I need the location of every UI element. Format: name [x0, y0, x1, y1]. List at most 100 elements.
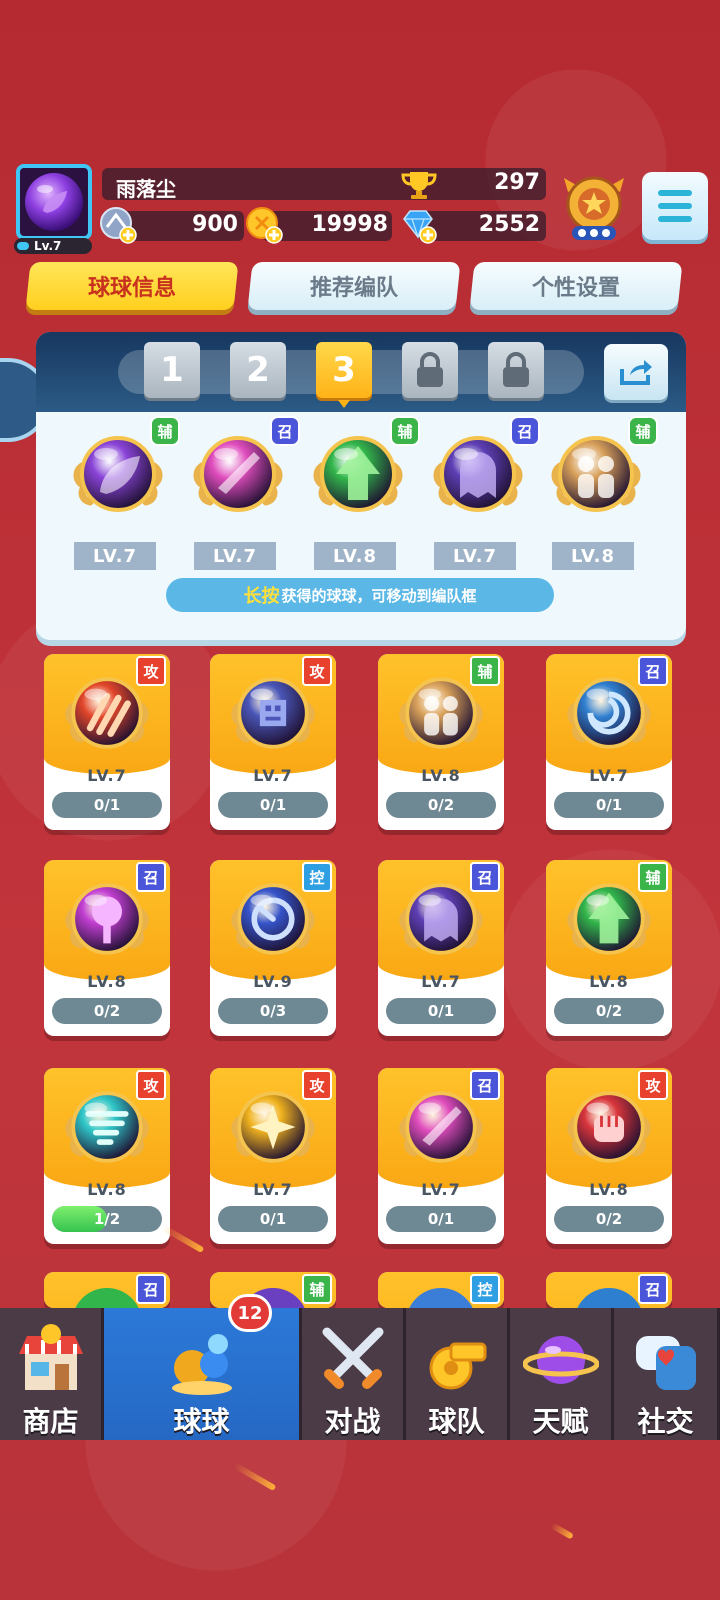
- lineup-member[interactable]: 辅 LV.8: [306, 416, 420, 570]
- hint-text: 获得的球球，可移动到编队框: [281, 586, 477, 605]
- ball-level: LV.7: [253, 766, 293, 785]
- ball-progress-text: 0/1: [427, 1210, 455, 1228]
- ball-level: LV.8: [589, 1180, 629, 1199]
- lock-icon: [503, 352, 529, 387]
- role-badge: 攻: [136, 656, 166, 686]
- lineup-member[interactable]: 召 LV.7: [186, 416, 300, 570]
- ball-card[interactable]: 召: [546, 1272, 672, 1308]
- ball-level: LV.8: [589, 972, 629, 991]
- ball-card[interactable]: 攻 LV.7 0/1: [44, 654, 170, 830]
- ball-progress-text: 0/1: [93, 796, 121, 814]
- ball-card[interactable]: 辅: [210, 1272, 336, 1308]
- lineup-slot-3[interactable]: 3: [316, 342, 372, 408]
- share-button[interactable]: [604, 344, 668, 400]
- tab-ball-info[interactable]: 球球信息: [25, 262, 239, 310]
- lineup-slot-1[interactable]: 1: [144, 342, 200, 398]
- ball-card[interactable]: 辅 LV.8 0/2: [546, 860, 672, 1036]
- trophy-icon: [401, 172, 437, 199]
- nav-label: 社交: [637, 1405, 694, 1438]
- gold-add-icon[interactable]: [244, 205, 284, 245]
- player-avatar[interactable]: [16, 164, 92, 240]
- ball-level: LV.8: [87, 1180, 127, 1199]
- lineup-member[interactable]: 辅 LV.8: [544, 416, 658, 570]
- ball-progress-bar: 0/1: [52, 792, 162, 818]
- ball-card[interactable]: 辅 LV.8 0/2: [378, 654, 504, 830]
- lineup-slot-locked[interactable]: [402, 342, 458, 398]
- ball-progress-bar: 0/1: [218, 1206, 328, 1232]
- role-badge: 辅: [628, 416, 658, 446]
- ball-progress-bar: 0/1: [386, 1206, 496, 1232]
- ball-card[interactable]: 召: [44, 1272, 170, 1308]
- rank-badge-icon[interactable]: [562, 172, 626, 244]
- lineup-slot-locked[interactable]: [488, 342, 544, 398]
- ball-level: LV.7: [589, 766, 629, 785]
- player-name: 雨落尘: [116, 177, 176, 201]
- lineup-panel: 1 2 3 辅 LV.7 召 LV.7 辅 LV.8 召 LV.7 辅 LV.8…: [36, 332, 686, 640]
- ball-level: LV.7: [253, 1180, 293, 1199]
- nav-item-balls[interactable]: 球球: [104, 1308, 302, 1440]
- tab-personal-settings[interactable]: 个性设置: [469, 262, 683, 310]
- menu-icon: [658, 190, 692, 196]
- shop-icon: [18, 1324, 83, 1390]
- ball-progress-text: 0/2: [93, 1002, 121, 1020]
- nav-label: 球球: [173, 1405, 230, 1438]
- nav-label: 天赋: [532, 1405, 589, 1438]
- ball-progress-bar: 0/2: [554, 998, 664, 1024]
- role-badge: 攻: [638, 1070, 668, 1100]
- member-level: LV.7: [434, 542, 516, 570]
- ball-level: LV.7: [421, 1180, 461, 1199]
- ball-card[interactable]: 召 LV.7 0/1: [378, 1068, 504, 1244]
- role-badge: 控: [470, 1274, 500, 1304]
- lineup-slot-2[interactable]: 2: [230, 342, 286, 398]
- ball-progress-bar: 0/1: [218, 792, 328, 818]
- ball-progress-text: 0/1: [427, 1002, 455, 1020]
- role-badge: 攻: [136, 1070, 166, 1100]
- ball-progress-text: 0/1: [595, 796, 623, 814]
- whistle-icon: [429, 1342, 486, 1390]
- ball-level: LV.8: [421, 766, 461, 785]
- ball-level: LV.9: [253, 972, 293, 991]
- ball-card[interactable]: 召 LV.7 0/1: [378, 860, 504, 1036]
- balls-icon: [171, 1334, 232, 1395]
- nav-label: 对战: [324, 1405, 381, 1438]
- role-badge: 召: [638, 656, 668, 686]
- player-level: Lv.7: [14, 238, 92, 254]
- nav-item-chat-heart[interactable]: 社交: [614, 1308, 720, 1440]
- nav-item-planet[interactable]: 天赋: [510, 1308, 614, 1440]
- ball-progress-bar: 0/2: [554, 1206, 664, 1232]
- share-icon: [620, 360, 652, 385]
- ball-progress-bar: 0/1: [386, 998, 496, 1024]
- ball-card[interactable]: 攻 LV.7 0/1: [210, 654, 336, 830]
- crossed-swords-icon: [322, 1327, 383, 1389]
- trophy-count: 297: [494, 170, 540, 195]
- ball-card[interactable]: 召 LV.7 0/1: [546, 654, 672, 830]
- menu-button[interactable]: [642, 172, 708, 240]
- ball-card[interactable]: 攻 LV.8 0/2: [546, 1068, 672, 1244]
- ball-level: LV.7: [421, 972, 461, 991]
- role-badge: 攻: [302, 656, 332, 686]
- tab-recommended-lineup[interactable]: 推荐编队: [247, 262, 461, 310]
- ball-progress-bar: 0/1: [554, 792, 664, 818]
- stamina-add-icon[interactable]: [98, 205, 138, 245]
- ball-card[interactable]: 攻 LV.8 1/2: [44, 1068, 170, 1244]
- member-level: LV.8: [314, 542, 396, 570]
- member-level: LV.7: [194, 542, 276, 570]
- lineup-member[interactable]: 辅 LV.7: [66, 416, 180, 570]
- chat-heart-icon: [635, 1336, 696, 1390]
- leaf-orb-icon: [25, 173, 83, 231]
- ball-card[interactable]: 召 LV.8 0/2: [44, 860, 170, 1036]
- stamina-count: 900: [192, 212, 238, 237]
- nav-item-crossed-swords[interactable]: 对战: [302, 1308, 406, 1440]
- ball-progress-bar: 1/2: [52, 1206, 162, 1232]
- gem-add-icon[interactable]: [398, 205, 438, 245]
- role-badge: 召: [270, 416, 300, 446]
- ball-card[interactable]: 控 LV.9 0/3: [210, 860, 336, 1036]
- nav-item-shop[interactable]: 商店: [0, 1308, 104, 1440]
- ball-card[interactable]: 控: [378, 1272, 504, 1308]
- nav-item-whistle[interactable]: 球队: [406, 1308, 510, 1440]
- role-badge: 召: [470, 1070, 500, 1100]
- ball-progress-bar: 0/2: [52, 998, 162, 1024]
- hint-highlight: 长按: [243, 586, 280, 607]
- ball-card[interactable]: 攻 LV.7 0/1: [210, 1068, 336, 1244]
- lineup-member[interactable]: 召 LV.7: [426, 416, 540, 570]
